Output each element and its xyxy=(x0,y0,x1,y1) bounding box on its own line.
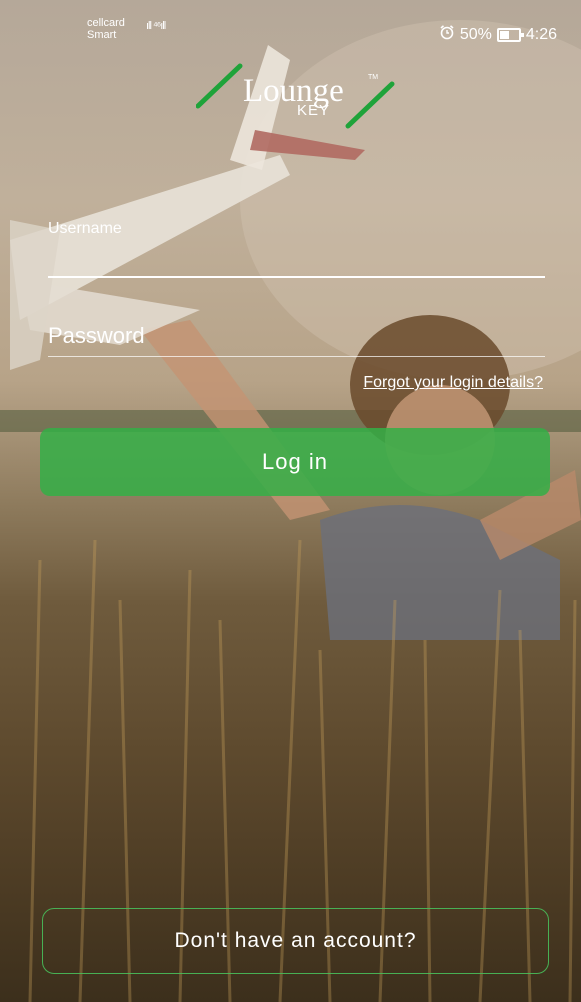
logo-subword: KEY xyxy=(297,102,331,119)
carrier-name: cellcard Smart xyxy=(87,17,125,41)
forgot-login-link[interactable]: Forgot your login details? xyxy=(363,374,543,392)
logo-trademark: TM xyxy=(368,74,379,81)
password-input[interactable]: Password xyxy=(48,323,145,349)
username-input[interactable] xyxy=(48,276,545,278)
alarm-clock-icon xyxy=(439,24,455,45)
status-right: 50% 4:26 xyxy=(439,24,557,45)
login-button[interactable]: Log in xyxy=(40,428,550,496)
signup-button[interactable]: Don't have an account? xyxy=(42,908,549,974)
battery-icon xyxy=(496,27,524,42)
battery-percent: 50% xyxy=(459,25,492,43)
clock-time: 4:26 xyxy=(525,25,557,43)
username-label: Username xyxy=(48,220,122,237)
signal-icon: ıll ⁴⁶ıll xyxy=(146,20,166,32)
carrier-line-2: Smart xyxy=(87,29,117,41)
password-underline xyxy=(48,356,545,357)
carrier-line-1: cellcard xyxy=(87,17,125,29)
status-bar: cellcard Smart ıll ⁴⁶ıll 50% 4:26 xyxy=(0,0,581,60)
lounge-key-logo: Lounge KEY TM xyxy=(196,60,400,132)
background-photo xyxy=(0,20,581,1002)
login-screen: cellcard Smart ıll ⁴⁶ıll 50% 4:26 Lounge… xyxy=(0,0,581,1002)
